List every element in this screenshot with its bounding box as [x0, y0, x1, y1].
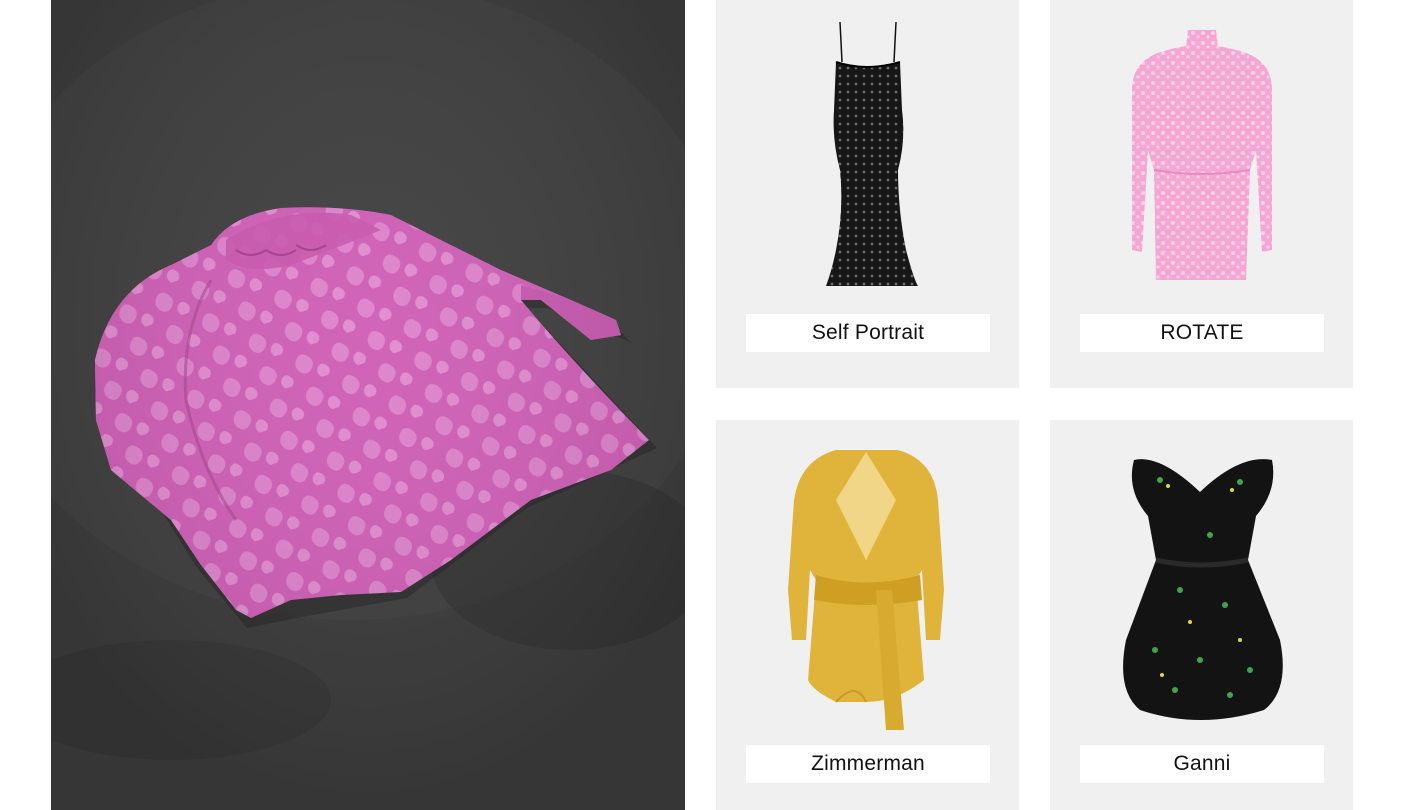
product-card[interactable]: ROTATE — [1050, 0, 1353, 388]
brand-label-button[interactable]: Self Portrait — [746, 314, 990, 352]
pink-dress-photo — [51, 0, 685, 810]
product-card[interactable]: Ganni — [1050, 420, 1353, 810]
brand-label-button[interactable]: Zimmerman — [746, 745, 990, 783]
hero-image[interactable] — [51, 0, 685, 810]
product-image[interactable] — [1050, 0, 1353, 300]
product-card[interactable]: Zimmerman — [716, 420, 1019, 810]
product-image[interactable] — [1050, 440, 1353, 740]
yellow-dress-image — [788, 450, 944, 730]
brand-label-button[interactable]: ROTATE — [1080, 314, 1324, 352]
product-card[interactable]: Self Portrait — [716, 0, 1019, 388]
black-ruffle-dress-image — [1123, 459, 1283, 720]
product-image[interactable] — [716, 440, 1019, 740]
black-dress-image — [826, 21, 918, 286]
brand-label-button[interactable]: Ganni — [1080, 745, 1324, 783]
pink-dress-image — [1132, 30, 1272, 280]
product-image[interactable] — [716, 0, 1019, 300]
